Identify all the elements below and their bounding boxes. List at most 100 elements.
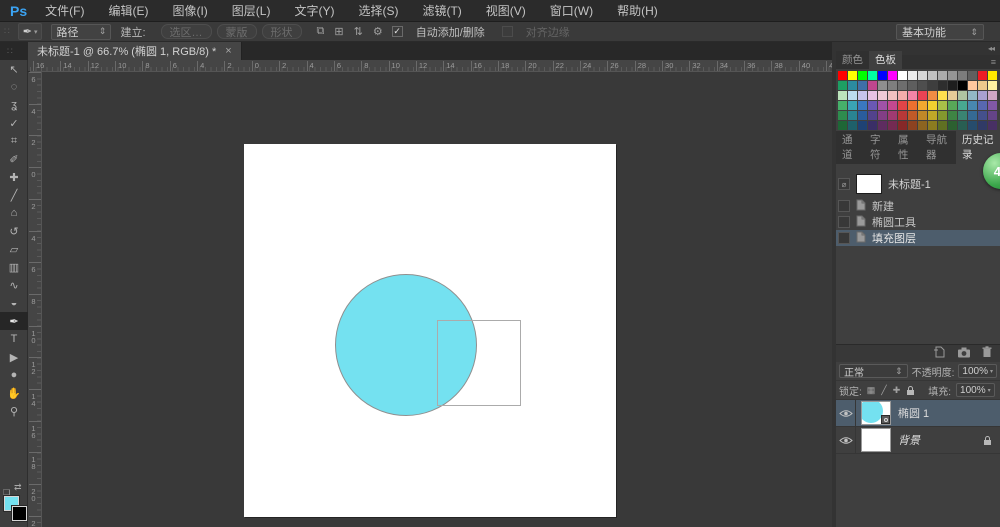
swatch[interactable] xyxy=(838,71,847,80)
swatch[interactable] xyxy=(858,101,867,110)
swatch[interactable] xyxy=(968,71,977,80)
snapshot-camera-icon[interactable] xyxy=(957,347,971,361)
swatch[interactable] xyxy=(918,121,927,130)
swatch[interactable] xyxy=(948,91,957,100)
tab-色板[interactable]: 色板 xyxy=(869,51,902,69)
tool-preset-button[interactable]: ✒ ▾ xyxy=(18,23,43,40)
swatch[interactable] xyxy=(888,81,897,90)
delete-state-icon[interactable] xyxy=(982,346,992,361)
swatch[interactable] xyxy=(918,91,927,100)
vertical-ruler[interactable]: 6420246810121416182022242628 xyxy=(28,72,42,527)
history-source-box[interactable] xyxy=(838,232,850,244)
swatch[interactable] xyxy=(918,81,927,90)
menu-item-6[interactable]: 滤镜(T) xyxy=(422,2,461,19)
document-canvas[interactable] xyxy=(244,144,616,517)
menu-item-3[interactable]: 图层(L) xyxy=(232,2,271,19)
swatch[interactable] xyxy=(948,121,957,130)
pen-tool[interactable]: ✒ xyxy=(0,312,28,330)
swatch[interactable] xyxy=(918,101,927,110)
lasso-tool[interactable]: ʓ xyxy=(0,96,28,114)
swatch[interactable] xyxy=(958,71,967,80)
swatch[interactable] xyxy=(848,71,857,80)
swatch[interactable] xyxy=(888,111,897,120)
dodge-tool[interactable]: ◒ xyxy=(0,294,28,312)
workspace-switcher[interactable]: 基本功能 ⇕ xyxy=(896,24,984,40)
clone-stamp-tool[interactable]: ⌂ xyxy=(0,204,28,222)
history-source-box[interactable] xyxy=(838,216,850,228)
swatch[interactable] xyxy=(938,91,947,100)
fill-input[interactable]: 100% ▾ xyxy=(956,383,995,397)
eraser-tool[interactable]: ▱ xyxy=(0,240,28,258)
swatch[interactable] xyxy=(868,91,877,100)
swatch[interactable] xyxy=(868,111,877,120)
swatch[interactable] xyxy=(968,81,977,90)
swatch[interactable] xyxy=(868,81,877,90)
menu-item-4[interactable]: 文字(Y) xyxy=(294,2,334,19)
swatch[interactable] xyxy=(878,91,887,100)
swatch[interactable] xyxy=(988,101,997,110)
swatch[interactable] xyxy=(988,111,997,120)
auto-add-delete-checkbox[interactable]: ✓ xyxy=(392,26,403,37)
swatch[interactable] xyxy=(878,101,887,110)
swatch[interactable] xyxy=(838,101,847,110)
history-state[interactable]: 椭圆工具 xyxy=(836,214,1000,230)
lock-all-icon[interactable] xyxy=(906,385,915,396)
lock-image-icon[interactable]: ╱ xyxy=(881,385,886,396)
tab-导航器[interactable]: 导航器 xyxy=(920,131,956,164)
history-state[interactable]: 填充图层 xyxy=(836,230,1000,246)
path-alignment-icon[interactable]: ⊞ xyxy=(334,25,343,38)
eyedropper-tool[interactable]: ✐ xyxy=(0,150,28,168)
gear-icon[interactable]: ⚙ xyxy=(373,25,383,38)
close-icon[interactable]: × xyxy=(225,45,231,57)
swatch[interactable] xyxy=(928,121,937,130)
menu-item-7[interactable]: 视图(V) xyxy=(486,2,526,19)
swatch[interactable] xyxy=(978,71,987,80)
swatch[interactable] xyxy=(988,71,997,80)
swatch[interactable] xyxy=(858,121,867,130)
swatch[interactable] xyxy=(868,101,877,110)
history-snapshot-row[interactable]: ⌀ 未标题-1 xyxy=(836,170,1000,198)
swap-colors-icon[interactable]: ⇄ xyxy=(14,482,22,493)
layer-row[interactable]: 背景 xyxy=(836,427,1000,454)
swatch[interactable] xyxy=(848,121,857,130)
document-tab[interactable]: 未标题-1 @ 66.7% (椭圆 1, RGB/8) * × xyxy=(28,42,242,60)
swatch[interactable] xyxy=(928,101,937,110)
visibility-eye-icon[interactable] xyxy=(836,400,856,427)
visibility-eye-icon[interactable] xyxy=(836,427,856,454)
swatch[interactable] xyxy=(918,111,927,120)
swatch[interactable] xyxy=(968,101,977,110)
horizontal-ruler[interactable]: 1614121086420246810121416182022242628303… xyxy=(30,60,832,72)
ellipse-shape-tool[interactable]: ● xyxy=(0,366,28,384)
swatch[interactable] xyxy=(858,91,867,100)
swatch[interactable] xyxy=(868,71,877,80)
swatch[interactable] xyxy=(938,71,947,80)
swatch[interactable] xyxy=(838,121,847,130)
menu-item-8[interactable]: 窗口(W) xyxy=(550,2,593,19)
background-color-swatch[interactable] xyxy=(12,506,27,521)
swatch[interactable] xyxy=(848,81,857,90)
type-tool[interactable]: T xyxy=(0,330,28,348)
swatch[interactable] xyxy=(918,71,927,80)
zoom-tool[interactable]: ⚲ xyxy=(0,402,28,420)
swatch[interactable] xyxy=(908,71,917,80)
history-brush-source-icon[interactable]: ⌀ xyxy=(838,178,850,190)
swatch[interactable] xyxy=(978,121,987,130)
swatch[interactable] xyxy=(958,81,967,90)
tool-mode-select[interactable]: 路径 ⇕ xyxy=(51,24,111,40)
swatch[interactable] xyxy=(948,71,957,80)
lock-position-icon[interactable]: ✚ xyxy=(893,385,901,396)
gradient-tool[interactable]: ▥ xyxy=(0,258,28,276)
opacity-input[interactable]: 100% ▾ xyxy=(958,364,997,378)
swatch[interactable] xyxy=(928,91,937,100)
marquee-tool[interactable]: ◌ xyxy=(0,78,28,96)
menu-item-5[interactable]: 选择(S) xyxy=(358,2,398,19)
hand-tool[interactable]: ✋ xyxy=(0,384,28,402)
swatch[interactable] xyxy=(908,121,917,130)
swatch[interactable] xyxy=(978,81,987,90)
swatch[interactable] xyxy=(858,81,867,90)
swatch[interactable] xyxy=(888,71,897,80)
new-document-from-state-icon[interactable] xyxy=(933,346,946,361)
swatch[interactable] xyxy=(938,121,947,130)
swatch[interactable] xyxy=(878,81,887,90)
swatch[interactable] xyxy=(978,111,987,120)
